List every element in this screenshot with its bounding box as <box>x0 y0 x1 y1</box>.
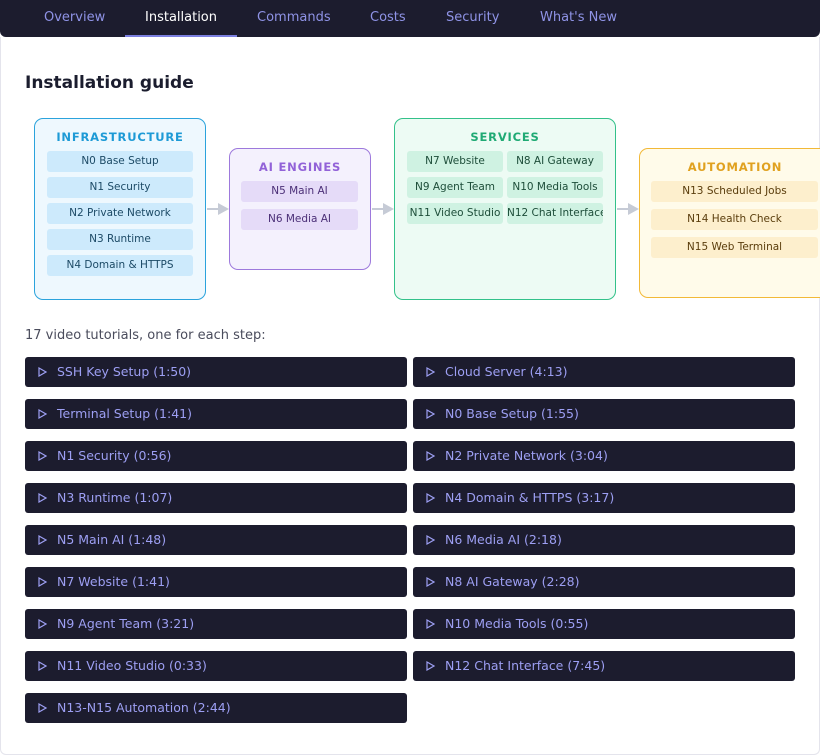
tab-installation[interactable]: Installation <box>125 0 238 37</box>
infrastructure-item: N3 Runtime <box>47 229 193 250</box>
infrastructure-box: INFRASTRUCTURE N0 Base Setup N1 Security… <box>34 118 206 300</box>
video-label: N3 Runtime (1:07) <box>57 490 173 505</box>
tab-overview[interactable]: Overview <box>24 0 125 37</box>
video-label: N4 Domain & HTTPS (3:17) <box>445 490 615 505</box>
video-label: N10 Media Tools (0:55) <box>445 616 589 631</box>
play-icon <box>426 493 435 503</box>
video-label: N13-N15 Automation (2:44) <box>57 700 231 715</box>
services-item: N7 Website <box>407 151 503 172</box>
video-label: N9 Agent Team (3:21) <box>57 616 195 631</box>
ai-engines-box: AI ENGINES N5 Main AI N6 Media AI <box>229 148 371 270</box>
video-button[interactable]: N9 Agent Team (3:21) <box>25 609 407 639</box>
automation-box: AUTOMATION N13 Scheduled Jobs N14 Health… <box>639 148 820 298</box>
tab-commands[interactable]: Commands <box>237 0 351 37</box>
page-title: Installation guide <box>25 73 194 93</box>
services-item: N9 Agent Team <box>407 177 503 198</box>
infrastructure-item: N2 Private Network <box>47 203 193 224</box>
tab-whats-new[interactable]: What's New <box>520 0 637 37</box>
infrastructure-item: N4 Domain & HTTPS <box>47 255 193 276</box>
video-label: N6 Media AI (2:18) <box>445 532 562 547</box>
play-icon <box>426 619 435 629</box>
video-button[interactable]: N5 Main AI (1:48) <box>25 525 407 555</box>
arrow-icon <box>372 203 394 215</box>
video-button[interactable]: N13-N15 Automation (2:44) <box>25 693 407 723</box>
services-item: N8 AI Gateway <box>507 151 603 172</box>
video-label: N11 Video Studio (0:33) <box>57 658 207 673</box>
play-icon <box>38 535 47 545</box>
video-label: Cloud Server (4:13) <box>445 364 568 379</box>
tab-bar: Overview Installation Commands Costs Sec… <box>0 0 820 37</box>
services-item: N10 Media Tools <box>507 177 603 198</box>
video-button[interactable]: N7 Website (1:41) <box>25 567 407 597</box>
video-button[interactable]: N10 Media Tools (0:55) <box>413 609 795 639</box>
video-button[interactable]: Cloud Server (4:13) <box>413 357 795 387</box>
services-item: N11 Video Studio <box>407 203 503 224</box>
video-label: N2 Private Network (3:04) <box>445 448 608 463</box>
play-icon <box>426 451 435 461</box>
arrow-icon <box>617 203 639 215</box>
play-icon <box>38 367 47 377</box>
play-icon <box>38 493 47 503</box>
video-label: N1 Security (0:56) <box>57 448 172 463</box>
play-icon <box>426 535 435 545</box>
play-icon <box>38 451 47 461</box>
automation-item: N13 Scheduled Jobs <box>651 181 818 202</box>
services-item: N12 Chat Interface <box>507 203 603 224</box>
play-icon <box>38 703 47 713</box>
video-label: N5 Main AI (1:48) <box>57 532 167 547</box>
video-button[interactable]: N4 Domain & HTTPS (3:17) <box>413 483 795 513</box>
automation-item: N15 Web Terminal <box>651 237 818 258</box>
ai-engines-item: N6 Media AI <box>241 209 358 230</box>
video-button[interactable]: N1 Security (0:56) <box>25 441 407 471</box>
videos-intro: 17 video tutorials, one for each step: <box>25 328 266 343</box>
infrastructure-title: INFRASTRUCTURE <box>56 130 184 144</box>
infrastructure-item: N0 Base Setup <box>47 151 193 172</box>
video-button[interactable]: N3 Runtime (1:07) <box>25 483 407 513</box>
video-label: N12 Chat Interface (7:45) <box>445 658 606 673</box>
video-button[interactable]: N12 Chat Interface (7:45) <box>413 651 795 681</box>
ai-engines-item: N5 Main AI <box>241 181 358 202</box>
video-button[interactable]: N8 AI Gateway (2:28) <box>413 567 795 597</box>
automation-title: AUTOMATION <box>687 160 783 174</box>
video-label: Terminal Setup (1:41) <box>57 406 192 421</box>
services-box: SERVICES N7 Website N8 AI Gateway N9 Age… <box>394 118 616 300</box>
video-label: N7 Website (1:41) <box>57 574 170 589</box>
tab-security[interactable]: Security <box>426 0 519 37</box>
architecture-diagram: INFRASTRUCTURE N0 Base Setup N1 Security… <box>0 118 820 303</box>
infrastructure-item: N1 Security <box>47 177 193 198</box>
play-icon <box>38 619 47 629</box>
video-button[interactable]: N0 Base Setup (1:55) <box>413 399 795 429</box>
video-button[interactable]: SSH Key Setup (1:50) <box>25 357 407 387</box>
automation-item: N14 Health Check <box>651 209 818 230</box>
video-label: N8 AI Gateway (2:28) <box>445 574 580 589</box>
play-icon <box>426 409 435 419</box>
arrow-icon <box>207 203 229 215</box>
video-label: SSH Key Setup (1:50) <box>57 364 192 379</box>
services-title: SERVICES <box>470 130 540 144</box>
play-icon <box>38 577 47 587</box>
play-icon <box>38 409 47 419</box>
play-icon <box>426 367 435 377</box>
play-icon <box>426 661 435 671</box>
video-button[interactable]: N6 Media AI (2:18) <box>413 525 795 555</box>
ai-engines-title: AI ENGINES <box>258 160 342 174</box>
video-button[interactable]: N2 Private Network (3:04) <box>413 441 795 471</box>
video-button[interactable]: N11 Video Studio (0:33) <box>25 651 407 681</box>
video-button[interactable]: Terminal Setup (1:41) <box>25 399 407 429</box>
play-icon <box>38 661 47 671</box>
tab-costs[interactable]: Costs <box>350 0 426 37</box>
video-label: N0 Base Setup (1:55) <box>445 406 579 421</box>
play-icon <box>426 577 435 587</box>
